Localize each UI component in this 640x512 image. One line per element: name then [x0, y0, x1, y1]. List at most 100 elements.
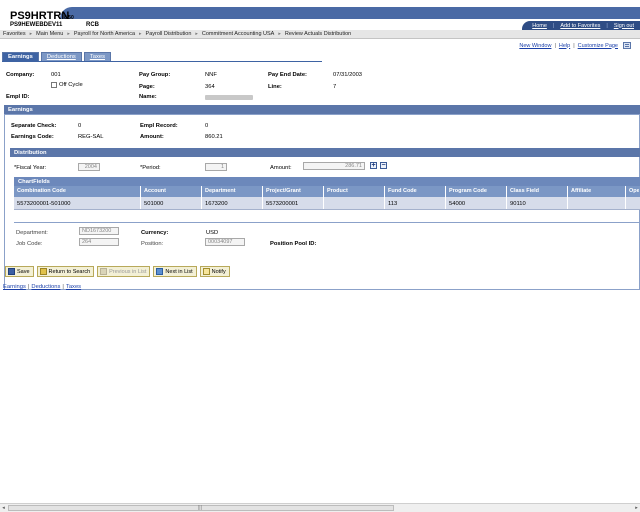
distribution-section-header: Distribution — [10, 148, 640, 157]
breadcrumb-commitment-accounting[interactable]: Commitment Accounting USA — [202, 31, 274, 37]
user-id: RCB — [86, 22, 99, 28]
name-label: Name: — [139, 94, 157, 100]
header-bar — [60, 7, 640, 19]
company-value: 001 — [51, 72, 61, 78]
line-value: 7 — [333, 84, 337, 90]
tab-deductions[interactable]: Deductions — [40, 52, 82, 61]
grid-header-row: Combination Code Account Department Proj… — [14, 186, 640, 197]
breadcrumb-payroll-na[interactable]: Payroll for North America — [74, 31, 135, 37]
previous-arrow-icon — [100, 268, 108, 275]
breadcrumb-review-actuals[interactable]: Review Actuals Distribution — [285, 31, 351, 37]
cell-program-code: 54000 — [446, 197, 507, 209]
position-pool-id-label: Position Pool ID: — [270, 241, 317, 247]
amount-value: 860.21 — [205, 134, 223, 140]
chevron-right-icon: ▸ — [195, 31, 198, 37]
position-field[interactable]: 00034097 — [205, 238, 245, 246]
save-icon — [8, 268, 15, 275]
pay-end-date-value: 07/31/2003 — [333, 72, 363, 78]
scroll-right-icon[interactable]: ▸ — [633, 505, 640, 511]
envelope-icon — [202, 268, 210, 275]
job-code-field[interactable]: 264 — [79, 238, 119, 246]
taxes-link[interactable]: Taxes — [66, 284, 81, 290]
scroll-left-icon[interactable]: ◂ — [0, 505, 7, 511]
job-code-label: Job Code: — [16, 241, 43, 247]
col-account: Account — [141, 186, 202, 197]
database-name: PS9HEWEBDEV11 — [10, 22, 63, 28]
col-project-grant: Project/Grant — [263, 186, 324, 197]
col-operating-unit: Ope — [629, 188, 639, 194]
bottom-tab-links: Earnings | Deductions | Taxes — [3, 284, 81, 290]
sign-out-link[interactable]: Sign out — [614, 23, 634, 29]
page-value: 364 — [205, 84, 215, 90]
redacted-name — [205, 95, 253, 100]
link-separator: | — [606, 22, 608, 29]
link-separator: | — [27, 284, 30, 290]
scrollbar-grip-icon: ||| — [198, 505, 202, 511]
cell-combination-code: 5573200001-501000 — [14, 197, 141, 209]
cell-affiliate — [568, 197, 626, 209]
save-label: Save — [17, 268, 30, 275]
return-to-search-label: Return to Search — [48, 268, 91, 275]
currency-label: Currency: — [141, 230, 169, 236]
earnings-code-value: REG-SAL — [78, 134, 104, 140]
notify-button[interactable]: Notify — [199, 266, 230, 277]
line-label: Line: — [268, 84, 282, 90]
link-separator: | — [573, 42, 575, 49]
home-link[interactable]: Home — [532, 23, 547, 29]
page-toolbar: Save Return to Search Previous in List N… — [5, 266, 233, 277]
app-header: PS9HRTRN 8.50 PS9HEWEBDEV11 RCB Home | A… — [0, 0, 640, 30]
new-window-link[interactable]: New Window — [519, 43, 551, 49]
company-label: Company: — [6, 72, 35, 78]
empl-record-label: Empl Record: — [140, 123, 178, 129]
col-product: Product — [324, 186, 385, 197]
col-combination-code: Combination Code — [14, 186, 141, 197]
earnings-section-header: Earnings — [4, 105, 640, 114]
pay-group-value: NNF — [205, 72, 217, 78]
currency-value: USD — [206, 230, 219, 236]
breadcrumb-payroll-distribution[interactable]: Payroll Distribution — [146, 31, 192, 37]
department-field[interactable]: ND1673200 — [79, 227, 119, 235]
breadcrumb-favorites[interactable]: Favorites — [3, 31, 26, 37]
return-to-search-button[interactable]: Return to Search — [36, 266, 95, 277]
chartfields-header: ChartFields — [14, 177, 640, 186]
link-separator: | — [62, 284, 64, 290]
save-button[interactable]: Save — [5, 266, 34, 277]
deductions-link[interactable]: Deductions — [31, 284, 60, 290]
customize-page-link[interactable]: Customize Page — [578, 43, 618, 49]
return-arrow-icon — [39, 268, 47, 275]
breadcrumb-main-menu[interactable]: Main Menu — [36, 31, 63, 37]
previous-in-list-button[interactable]: Previous in List — [97, 266, 151, 277]
col-class-field: Class Field — [507, 186, 568, 197]
header-links: Home | Add to Favorites | Sign out — [522, 21, 640, 30]
fiscal-year-field[interactable]: 2004 — [78, 163, 100, 171]
page-tabs: Earnings Deductions Taxes — [2, 52, 113, 61]
page-utility-links: New Window | Help | Customize Page — [519, 42, 631, 49]
breadcrumb: Favorites ▸ Main Menu ▸ Payroll for Nort… — [0, 30, 640, 39]
distribution-amount-field[interactable]: 286.71 — [303, 162, 365, 170]
tab-taxes[interactable]: Taxes — [83, 52, 111, 61]
earnings-link[interactable]: Earnings — [3, 284, 26, 290]
help-link[interactable]: Help — [559, 43, 570, 49]
col-program-code: Program Code — [446, 186, 507, 197]
cell-operating-unit — [626, 197, 639, 209]
chevron-right-icon: ▸ — [67, 31, 70, 37]
add-row-icon[interactable]: + — [370, 162, 377, 169]
period-field[interactable]: 1 — [205, 163, 227, 171]
next-in-list-button[interactable]: Next in List — [153, 266, 197, 277]
previous-in-list-label: Previous in List — [109, 268, 147, 275]
cell-product — [324, 197, 385, 209]
http-page-icon[interactable] — [623, 42, 631, 49]
amount-label: Amount: — [140, 134, 164, 140]
empl-id-label: Empl ID: — [6, 94, 30, 100]
horizontal-scrollbar[interactable]: ◂ ||| ▸ — [0, 503, 640, 512]
position-label: Position: — [141, 241, 164, 247]
cell-fund-code: 113 — [385, 197, 446, 209]
tab-earnings[interactable]: Earnings — [2, 52, 39, 61]
add-to-favorites-link[interactable]: Add to Favorites — [560, 23, 600, 29]
tab-divider — [2, 61, 322, 62]
page-label: Page: — [139, 84, 155, 90]
link-separator: | — [552, 22, 555, 29]
separate-check-value: 0 — [78, 123, 82, 129]
delete-row-icon[interactable]: − — [380, 162, 387, 169]
off-cycle-checkbox[interactable] — [51, 82, 57, 88]
